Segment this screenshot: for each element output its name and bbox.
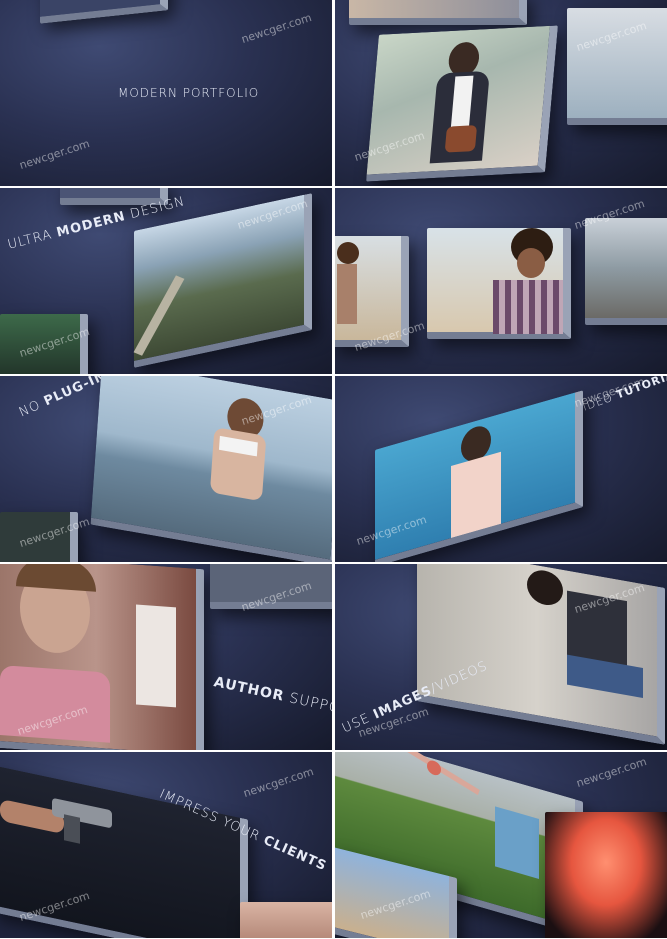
caption-word-bold: MODERN <box>55 208 128 241</box>
photo-block <box>240 902 332 938</box>
caption-word: ULTRA <box>6 227 54 253</box>
photo-woman-bag <box>365 25 559 182</box>
frame-impress-your-clients: IMPRESS YOUR CLIENTS newcger.com newcger… <box>0 752 332 938</box>
watermark: newcger.com <box>241 765 316 800</box>
caption-word-bold: AUTHOR <box>212 674 286 705</box>
caption-word: SUPPORT <box>287 690 332 721</box>
photo-woman-blue <box>375 390 583 562</box>
frame-photo-wall-2: newcger.com newcger.com <box>335 188 667 374</box>
caption-word-bold: CLIENTS <box>261 832 329 875</box>
frame-grid: MODERN PORTFOLIO newcger.com newcger.com… <box>0 0 667 939</box>
caption-word: NO <box>16 397 44 421</box>
photo-city <box>567 8 667 125</box>
photo-mountain <box>585 218 667 325</box>
frame-modern-portfolio: MODERN PORTFOLIO newcger.com newcger.com <box>0 0 332 186</box>
frame-author-support: AUTHOR SUPPORT newcger.com newcger.com <box>0 564 332 750</box>
watermark: newcger.com <box>17 137 92 172</box>
frame-video-tutorial: VIDEO TUTORIAL newcger.com newcger.com <box>335 376 667 562</box>
photo-selfie <box>427 228 571 339</box>
frame-ultra-modern-design: ULTRA MODERN DESIGN newcger.com newcger.… <box>0 188 332 374</box>
photo-block <box>40 0 168 24</box>
frame-no-plugins: NO PLUG-INS newcger.com newcger.com <box>0 376 332 562</box>
caption-modern-portfolio: MODERN PORTFOLIO <box>118 86 260 100</box>
caption-author-support: AUTHOR SUPPORT <box>212 674 332 721</box>
watermark: newcger.com <box>239 11 314 46</box>
photo-block <box>349 0 527 25</box>
photo-road-forest <box>133 193 312 368</box>
watermark: newcger.com <box>574 755 649 790</box>
frame-use-images-videos: USE IMAGES/VIDEOS newcger.com newcger.co… <box>335 564 667 750</box>
photo-red-smoke <box>545 812 667 938</box>
frame-photo-wall-1: newcger.com newcger.com <box>335 0 667 186</box>
frame-photo-wall-3: newcger.com newcger.com <box>335 752 667 938</box>
